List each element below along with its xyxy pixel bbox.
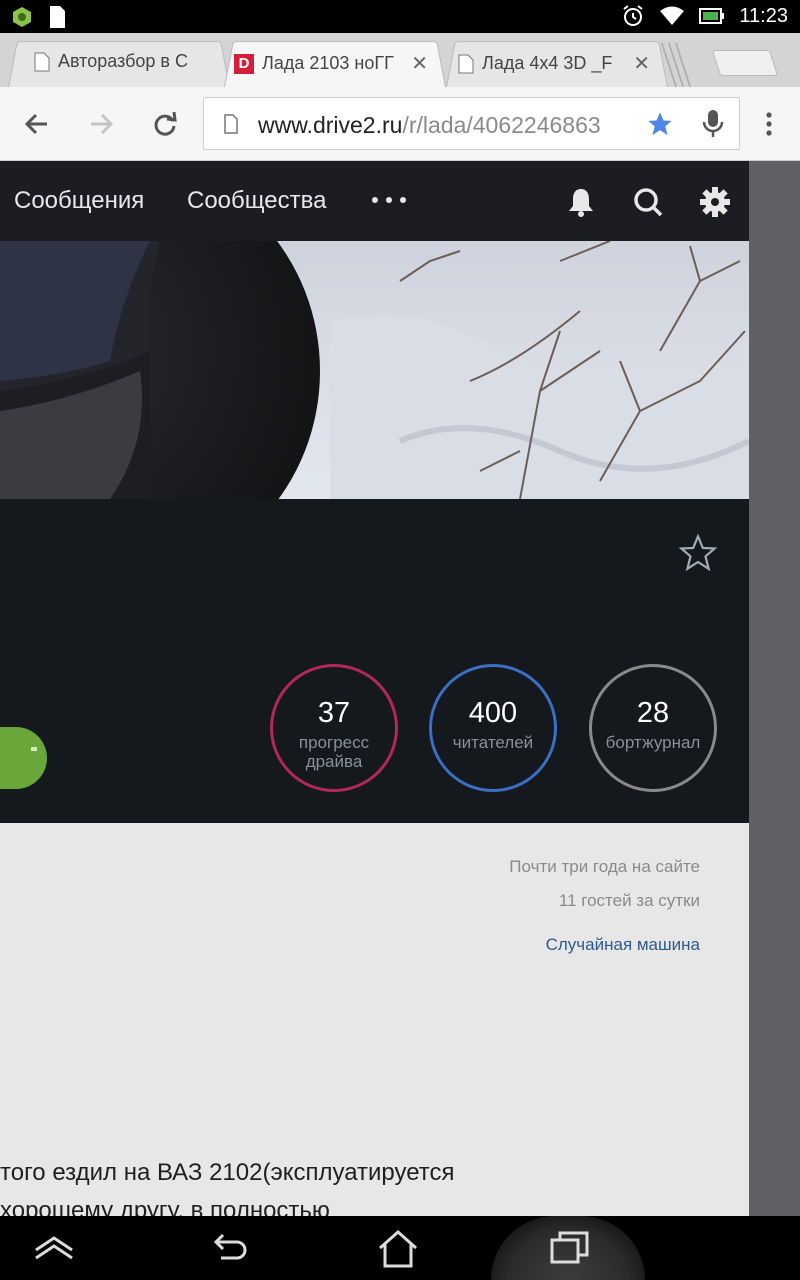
member-since-text: Почти три года на сайте — [509, 857, 700, 876]
more-dots-icon[interactable] — [372, 197, 406, 203]
search-icon[interactable] — [631, 185, 665, 219]
new-tab-button[interactable] — [711, 50, 779, 76]
browser-toolbar: www.drive2.ru/r/lada/4062246863 — [0, 87, 800, 161]
bookmark-star-icon[interactable] — [646, 110, 674, 138]
page-icon — [34, 52, 50, 71]
page-side-gutter — [749, 161, 800, 1216]
sd-card-icon — [50, 6, 65, 28]
site-nav: Сообщения Сообщества — [0, 161, 749, 241]
stat-label: читателей — [452, 733, 534, 752]
home-icon[interactable] — [376, 1226, 420, 1270]
battery-icon — [699, 8, 725, 24]
alarm-icon — [623, 5, 644, 26]
forward-button[interactable] — [84, 107, 118, 141]
nav-communities[interactable]: Сообщества — [187, 187, 326, 215]
bell-icon[interactable] — [564, 185, 598, 219]
android-app-icon — [13, 7, 31, 27]
web-page: Сообщения Сообщества 37 прогресс драйва … — [0, 161, 749, 1216]
cover-photo — [0, 241, 749, 499]
tab-title: Авторазбор в С — [58, 51, 188, 71]
close-tab-icon[interactable]: ✕ — [411, 51, 428, 76]
stat-drive-progress[interactable]: 37 прогресс драйва — [270, 664, 398, 792]
page-icon — [458, 54, 474, 73]
tab-autorazbor[interactable]: Авторазбор в С — [8, 37, 230, 87]
drive2-icon: D — [234, 53, 254, 74]
address-bar[interactable]: www.drive2.ru/r/lada/4062246863 — [203, 97, 740, 150]
back-nav-icon[interactable] — [207, 1226, 251, 1270]
reload-icon — [154, 111, 177, 136]
description-line: хорошему другу, в полностью — [0, 1197, 330, 1216]
status-bar: 11:23 — [0, 0, 800, 33]
gear-icon[interactable] — [698, 185, 732, 219]
tab-strip: Авторазбор в С D Лада 2103 ноГГ ✕ Лада 4… — [0, 33, 800, 87]
arrow-forward-icon — [91, 113, 114, 135]
stat-label: бортжурнал — [605, 733, 701, 752]
reload-button[interactable] — [148, 107, 182, 141]
clock: 11:23 — [739, 4, 788, 27]
wifi-icon — [660, 6, 685, 25]
stat-label: прогресс драйва — [298, 733, 370, 771]
stat-value: 28 — [636, 697, 670, 729]
close-tab-icon[interactable]: ✕ — [633, 51, 650, 76]
random-car-link[interactable]: Случайная машина — [546, 935, 700, 955]
tab-title: Лада 4х4 3D _F — [482, 53, 613, 73]
menu-button[interactable] — [752, 107, 786, 141]
page-icon — [224, 114, 238, 134]
snow-and-tire-image — [0, 241, 749, 499]
hide-keyboard-icon[interactable] — [32, 1226, 76, 1270]
tab-lada-4x4[interactable]: Лада 4х4 3D _F ✕ — [446, 37, 668, 87]
system-nav-bar — [0, 1216, 800, 1280]
profile-header: 37 прогресс драйва 400 читателей 28 бортж… — [0, 499, 749, 823]
stat-readers[interactable]: 400 читателей — [429, 664, 557, 792]
arrow-back-icon — [24, 113, 47, 135]
favorite-star-icon[interactable] — [678, 533, 718, 573]
button-label-fragment — [31, 747, 37, 751]
tab-title: Лада 2103 ноГГ — [262, 53, 394, 73]
stat-value: 400 — [468, 697, 518, 729]
overflow-menu-icon — [766, 112, 772, 136]
description-line: того ездил на ВАЗ 2102(эксплуатируется — [0, 1159, 455, 1186]
url-text: www.drive2.ru/r/lada/4062246863 — [258, 112, 601, 138]
follow-button[interactable] — [0, 727, 47, 789]
nav-messages[interactable]: Сообщения — [14, 187, 144, 215]
stat-logbook[interactable]: 28 бортжурнал — [589, 664, 717, 792]
microphone-icon[interactable] — [702, 109, 724, 139]
stat-value: 37 — [317, 697, 351, 729]
guest-count-text: 11 гостей за сутки — [558, 891, 700, 910]
tab-stack-edge — [660, 37, 702, 87]
tab-lada-2103[interactable]: D Лада 2103 ноГГ ✕ — [224, 37, 446, 87]
recent-apps-icon[interactable] — [548, 1226, 592, 1270]
back-button[interactable] — [20, 107, 54, 141]
